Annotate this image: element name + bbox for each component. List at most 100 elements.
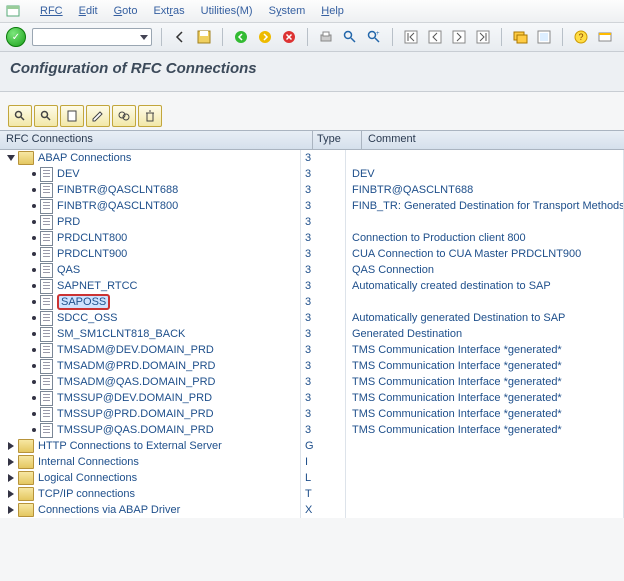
tree-node-folder[interactable]: Internal ConnectionsI: [0, 454, 624, 470]
tree-node-item[interactable]: SAPNET_RTCC3Automatically created destin…: [0, 278, 624, 294]
node-label: SAPOSS: [57, 294, 110, 310]
back-icon[interactable]: [171, 28, 189, 46]
tree-node-item[interactable]: DEV3DEV: [0, 166, 624, 182]
menu-goto[interactable]: Goto: [114, 5, 138, 17]
first-page-icon[interactable]: [402, 28, 420, 46]
window-menu-icon[interactable]: [6, 4, 20, 18]
cell-comment: CUA Connection to CUA Master PRDCLNT900: [346, 246, 624, 262]
leaf-bullet-icon: [32, 172, 36, 176]
enter-button[interactable]: ✓: [6, 27, 26, 47]
cell-comment: TMS Communication Interface *generated*: [346, 358, 624, 374]
menu-help[interactable]: Help: [321, 5, 344, 17]
cell-comment: DEV: [346, 166, 624, 182]
find-next-button[interactable]: [34, 105, 58, 127]
find-button[interactable]: [8, 105, 32, 127]
delete-button[interactable]: [138, 105, 162, 127]
tree-node-item[interactable]: QAS3QAS Connection: [0, 262, 624, 278]
menu-system[interactable]: System: [269, 5, 306, 17]
collapse-icon[interactable]: [6, 457, 16, 467]
col-header-name[interactable]: RFC Connections: [0, 131, 313, 149]
cell-comment: [346, 454, 624, 470]
tree-node-item[interactable]: SAPOSS3: [0, 294, 624, 310]
new-session-icon[interactable]: [511, 28, 529, 46]
tree-node-folder[interactable]: Connections via ABAP DriverX: [0, 502, 624, 518]
tree-node-item[interactable]: TMSADM@QAS.DOMAIN_PRD3TMS Communication …: [0, 374, 624, 390]
tree-node-item[interactable]: FINBTR@QASCLNT8003FINB_TR: Generated Des…: [0, 198, 624, 214]
tree-node-item[interactable]: TMSSUP@PRD.DOMAIN_PRD3TMS Communication …: [0, 406, 624, 422]
node-label: QAS: [57, 262, 80, 278]
tree-node-folder[interactable]: HTTP Connections to External ServerG: [0, 438, 624, 454]
leaf-bullet-icon: [32, 204, 36, 208]
col-header-comment[interactable]: Comment: [362, 131, 624, 149]
tree-node-item[interactable]: TMSSUP@QAS.DOMAIN_PRD3TMS Communication …: [0, 422, 624, 438]
node-label: PRDCLNT800: [57, 230, 127, 246]
leaf-bullet-icon: [32, 348, 36, 352]
tree-node-folder[interactable]: TCP/IP connectionsT: [0, 486, 624, 502]
next-page-icon[interactable]: [450, 28, 468, 46]
collapse-icon[interactable]: [6, 489, 16, 499]
display-button[interactable]: [112, 105, 136, 127]
collapse-icon[interactable]: [6, 473, 16, 483]
tree-node-abap-connections[interactable]: ABAP Connections3: [0, 150, 624, 166]
cell-type: X: [301, 502, 346, 518]
tree-node-item[interactable]: SM_SM1CLNT818_BACK3Generated Destination: [0, 326, 624, 342]
menu-edit[interactable]: Edit: [79, 5, 98, 17]
find-next-icon[interactable]: +: [365, 28, 383, 46]
cell-comment: [346, 470, 624, 486]
tree-node-folder[interactable]: Logical ConnectionsL: [0, 470, 624, 486]
node-label: Internal Connections: [38, 454, 139, 470]
generate-shortcut-icon[interactable]: [535, 28, 553, 46]
cell-type: 3: [301, 278, 346, 294]
find-icon[interactable]: [341, 28, 359, 46]
folder-icon: [18, 439, 34, 453]
tree-node-item[interactable]: PRDCLNT9003CUA Connection to CUA Master …: [0, 246, 624, 262]
menu-rfc[interactable]: RFC: [40, 5, 63, 17]
svg-text:+: +: [376, 31, 380, 37]
tree-node-item[interactable]: PRD3: [0, 214, 624, 230]
collapse-icon[interactable]: [6, 505, 16, 515]
back-green-icon[interactable]: [232, 28, 250, 46]
prev-page-icon[interactable]: [426, 28, 444, 46]
command-field[interactable]: [32, 28, 152, 46]
collapse-icon[interactable]: [6, 441, 16, 451]
col-header-type[interactable]: Type: [313, 131, 362, 149]
tree-node-item[interactable]: PRDCLNT8003Connection to Production clie…: [0, 230, 624, 246]
tree-node-item[interactable]: TMSADM@DEV.DOMAIN_PRD3TMS Communication …: [0, 342, 624, 358]
standard-toolbar: ✓ + ?: [0, 23, 624, 52]
cancel-icon[interactable]: [280, 28, 298, 46]
layout-menu-icon[interactable]: [596, 28, 614, 46]
document-icon: [40, 359, 53, 374]
node-label: HTTP Connections to External Server: [38, 438, 222, 454]
leaf-bullet-icon: [32, 428, 36, 432]
help-icon[interactable]: ?: [572, 28, 590, 46]
save-icon[interactable]: [195, 28, 213, 46]
menubar: RFC Edit Goto Extras Utilities(M) System…: [0, 0, 624, 23]
exit-icon[interactable]: [256, 28, 274, 46]
print-icon[interactable]: [317, 28, 335, 46]
tree-node-item[interactable]: TMSSUP@DEV.DOMAIN_PRD3TMS Communication …: [0, 390, 624, 406]
node-label: TMSSUP@PRD.DOMAIN_PRD: [57, 406, 214, 422]
cell-type: 3: [301, 374, 346, 390]
leaf-bullet-icon: [32, 380, 36, 384]
expand-icon[interactable]: [6, 153, 16, 163]
tree-node-item[interactable]: FINBTR@QASCLNT6883FINBTR@QASCLNT688: [0, 182, 624, 198]
chevron-down-icon: [140, 35, 148, 40]
tree-node-item[interactable]: SDCC_OSS3Automatically generated Destina…: [0, 310, 624, 326]
leaf-bullet-icon: [32, 316, 36, 320]
create-button[interactable]: [60, 105, 84, 127]
last-page-icon[interactable]: [474, 28, 492, 46]
cell-type: 3: [301, 358, 346, 374]
menu-extras[interactable]: Extras: [153, 5, 184, 17]
cell-comment: FINBTR@QASCLNT688: [346, 182, 624, 198]
node-label: TMSADM@PRD.DOMAIN_PRD: [57, 358, 215, 374]
cell-comment: TMS Communication Interface *generated*: [346, 422, 624, 438]
leaf-bullet-icon: [32, 364, 36, 368]
folder-icon: [18, 503, 34, 517]
cell-type: 3: [301, 326, 346, 342]
cell-type: T: [301, 486, 346, 502]
node-label: FINBTR@QASCLNT800: [57, 198, 178, 214]
tree-node-item[interactable]: TMSADM@PRD.DOMAIN_PRD 3TMS Communication …: [0, 358, 624, 374]
change-button[interactable]: [86, 105, 110, 127]
menu-utilities[interactable]: Utilities(M): [201, 5, 253, 17]
cell-type: 3: [301, 230, 346, 246]
